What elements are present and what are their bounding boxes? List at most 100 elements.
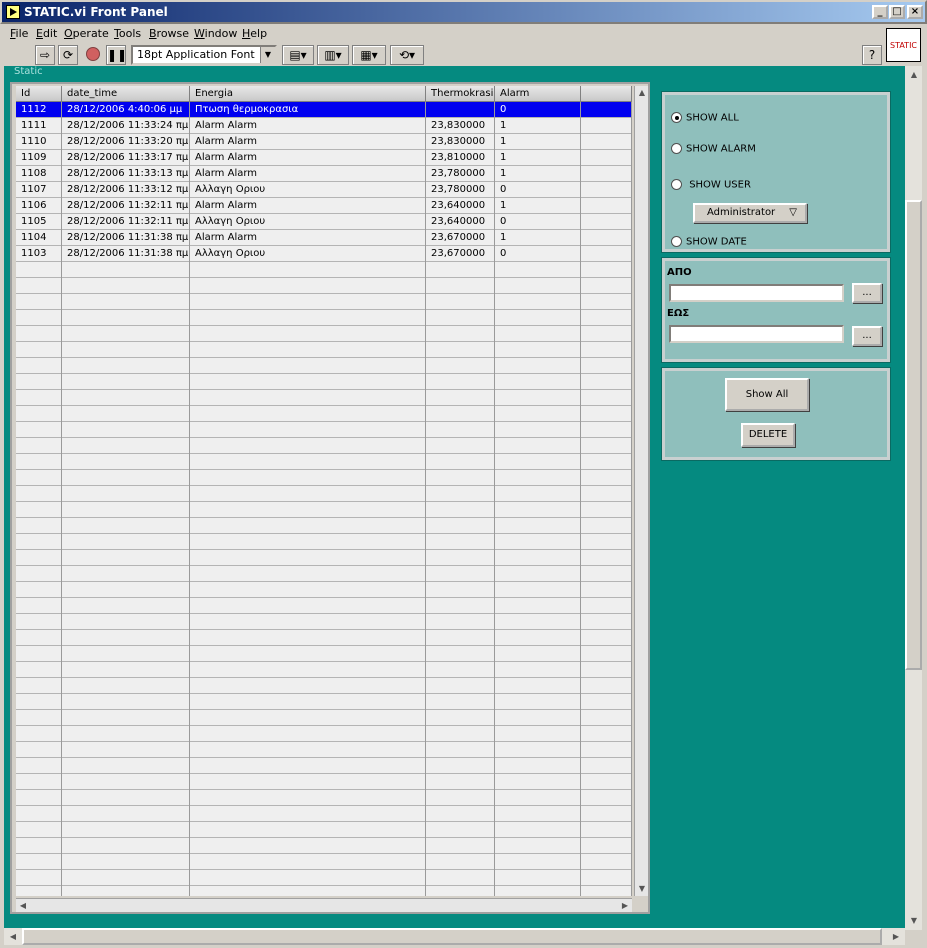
- column-header-thermokrasia[interactable]: Thermokrasia: [426, 86, 495, 102]
- table-cell[interactable]: 23,780000: [426, 166, 495, 182]
- table-cell[interactable]: [581, 166, 632, 182]
- reorder-icon[interactable]: ⟲▾: [390, 45, 424, 65]
- table-cell[interactable]: [581, 534, 632, 550]
- menu-browse[interactable]: Browse: [149, 27, 189, 40]
- table-cell[interactable]: 1110: [16, 134, 62, 150]
- table-cell[interactable]: [16, 774, 62, 790]
- table-cell[interactable]: [62, 854, 190, 870]
- table-row[interactable]: [16, 678, 632, 694]
- table-cell[interactable]: [16, 822, 62, 838]
- table-cell[interactable]: Alarm Alarm: [190, 230, 426, 246]
- table-cell[interactable]: [426, 566, 495, 582]
- table-row[interactable]: [16, 614, 632, 630]
- table-cell[interactable]: 1103: [16, 246, 62, 262]
- table-cell[interactable]: [190, 422, 426, 438]
- table-row[interactable]: [16, 870, 632, 886]
- table-cell[interactable]: 28/12/2006 11:32:11 πμ: [62, 198, 190, 214]
- table-cell[interactable]: [495, 294, 581, 310]
- table-cell[interactable]: [581, 214, 632, 230]
- vi-icon[interactable]: STATIC: [886, 28, 921, 62]
- table-cell[interactable]: [16, 790, 62, 806]
- table-row[interactable]: [16, 838, 632, 854]
- table-cell[interactable]: [16, 838, 62, 854]
- table-cell[interactable]: [495, 646, 581, 662]
- table-cell[interactable]: [190, 470, 426, 486]
- table-cell[interactable]: [190, 870, 426, 886]
- table-cell[interactable]: [190, 278, 426, 294]
- table-cell[interactable]: [581, 614, 632, 630]
- table-cell[interactable]: [190, 294, 426, 310]
- table-cell[interactable]: [16, 694, 62, 710]
- table-row[interactable]: [16, 294, 632, 310]
- table-cell[interactable]: [495, 566, 581, 582]
- table-cell[interactable]: [495, 342, 581, 358]
- table-cell[interactable]: [190, 758, 426, 774]
- menu-operate[interactable]: Operate: [64, 27, 109, 40]
- table-row[interactable]: [16, 374, 632, 390]
- table-cell[interactable]: [426, 550, 495, 566]
- table-cell[interactable]: [495, 790, 581, 806]
- table-row[interactable]: 1109 28/12/2006 11:33:17 πμ Alarm Alarm 23,…: [16, 150, 632, 166]
- table-cell[interactable]: [495, 742, 581, 758]
- table-row[interactable]: [16, 534, 632, 550]
- table-cell[interactable]: 23,810000: [426, 150, 495, 166]
- window-horizontal-thumb[interactable]: [22, 928, 882, 945]
- table-row[interactable]: 1105 28/12/2006 11:32:11 πμ Αλλαγη Οριου 23…: [16, 214, 632, 230]
- table-cell[interactable]: [581, 118, 632, 134]
- table-cell[interactable]: [190, 358, 426, 374]
- table-cell[interactable]: 1: [495, 134, 581, 150]
- table-cell[interactable]: [581, 854, 632, 870]
- table-cell[interactable]: [581, 486, 632, 502]
- table-cell[interactable]: 0: [495, 102, 581, 118]
- table-cell[interactable]: [581, 582, 632, 598]
- table-cell[interactable]: Αλλαγη Οριου: [190, 182, 426, 198]
- table-cell[interactable]: [495, 806, 581, 822]
- table-cell[interactable]: 1106: [16, 198, 62, 214]
- table-cell[interactable]: [495, 454, 581, 470]
- table-cell[interactable]: [426, 694, 495, 710]
- table-cell[interactable]: [495, 838, 581, 854]
- table-row[interactable]: 1110 28/12/2006 11:33:20 πμ Alarm Alarm 23,…: [16, 134, 632, 150]
- table-cell[interactable]: [62, 470, 190, 486]
- table-row[interactable]: [16, 454, 632, 470]
- table-cell[interactable]: [581, 678, 632, 694]
- table-cell[interactable]: [190, 326, 426, 342]
- close-button[interactable]: ×: [907, 5, 923, 19]
- table-cell[interactable]: [426, 486, 495, 502]
- table-cell[interactable]: 1: [495, 150, 581, 166]
- table-cell[interactable]: [16, 598, 62, 614]
- table-row[interactable]: [16, 470, 632, 486]
- table-cell[interactable]: 23,640000: [426, 198, 495, 214]
- table-cell[interactable]: [190, 262, 426, 278]
- table-cell[interactable]: [190, 438, 426, 454]
- table-cell[interactable]: Alarm Alarm: [190, 118, 426, 134]
- table-cell[interactable]: [495, 470, 581, 486]
- table-cell[interactable]: 28/12/2006 4:40:06 μμ: [62, 102, 190, 118]
- table-cell[interactable]: 28/12/2006 11:31:38 πμ: [62, 246, 190, 262]
- table-cell[interactable]: 1107: [16, 182, 62, 198]
- table-cell[interactable]: [62, 438, 190, 454]
- table-cell[interactable]: [581, 630, 632, 646]
- table-cell[interactable]: [62, 678, 190, 694]
- table-cell[interactable]: [62, 870, 190, 886]
- table-cell[interactable]: [62, 694, 190, 710]
- window-scroll-up-icon[interactable]: ▲: [907, 68, 921, 82]
- table-row[interactable]: [16, 342, 632, 358]
- table-cell[interactable]: [426, 726, 495, 742]
- table-cell[interactable]: [495, 854, 581, 870]
- table-cell[interactable]: [16, 662, 62, 678]
- table-cell[interactable]: 1109: [16, 150, 62, 166]
- table-cell[interactable]: 1104: [16, 230, 62, 246]
- window-scroll-left-icon[interactable]: ◀: [6, 930, 20, 944]
- table-cell[interactable]: [62, 278, 190, 294]
- table-cell[interactable]: [581, 246, 632, 262]
- table-cell[interactable]: [495, 710, 581, 726]
- table-cell[interactable]: [495, 278, 581, 294]
- show-all-button[interactable]: Show All: [725, 378, 809, 411]
- table-cell[interactable]: [495, 550, 581, 566]
- table-cell[interactable]: [426, 646, 495, 662]
- table-cell[interactable]: 23,780000: [426, 182, 495, 198]
- table-cell[interactable]: [62, 374, 190, 390]
- menu-tools[interactable]: Tools: [114, 27, 141, 40]
- table-cell[interactable]: 23,830000: [426, 118, 495, 134]
